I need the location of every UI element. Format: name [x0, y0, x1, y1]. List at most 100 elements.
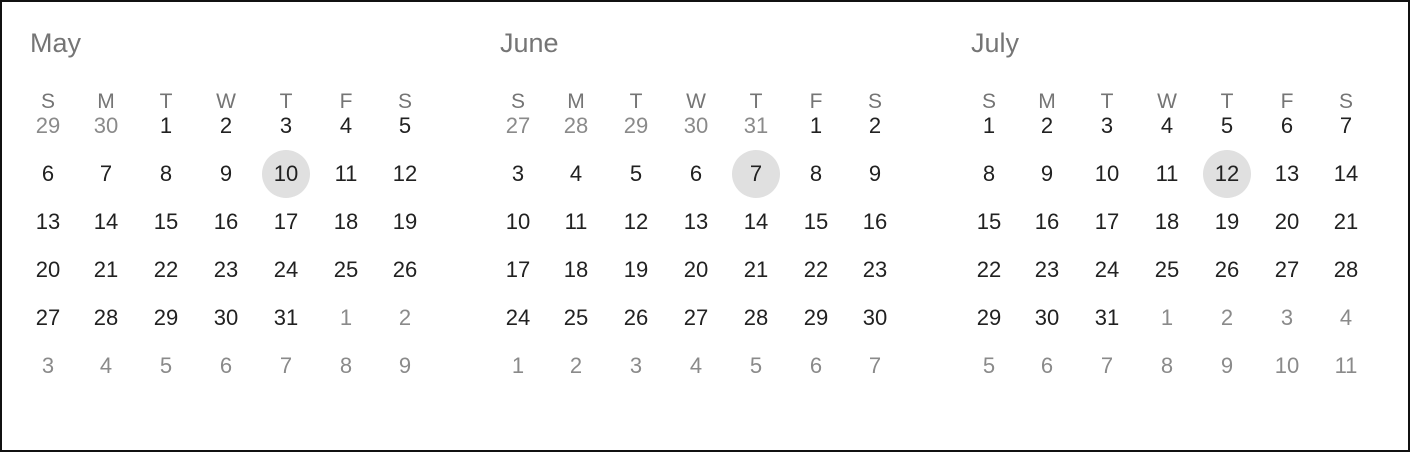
day-cell[interactable]: 21 — [732, 246, 780, 294]
day-cell[interactable]: 28 — [1322, 246, 1370, 294]
day-cell[interactable]: 26 — [381, 246, 429, 294]
adjacent-month-day[interactable]: 30 — [672, 102, 720, 150]
day-cell[interactable]: 24 — [1083, 246, 1131, 294]
day-cell[interactable]: 15 — [792, 198, 840, 246]
day-cell[interactable]: 27 — [1263, 246, 1311, 294]
day-cell[interactable]: 24 — [262, 246, 310, 294]
day-cell[interactable]: 6 — [672, 150, 720, 198]
day-cell[interactable]: 19 — [1203, 198, 1251, 246]
day-cell[interactable]: 4 — [322, 102, 370, 150]
adjacent-month-day[interactable]: 3 — [612, 342, 660, 390]
day-cell[interactable]: 29 — [142, 294, 190, 342]
day-cell[interactable]: 22 — [142, 246, 190, 294]
adjacent-month-day[interactable]: 6 — [792, 342, 840, 390]
adjacent-month-day[interactable]: 1 — [494, 342, 542, 390]
day-cell[interactable]: 5 — [381, 102, 429, 150]
day-cell[interactable]: 17 — [494, 246, 542, 294]
adjacent-month-day[interactable]: 2 — [1203, 294, 1251, 342]
adjacent-month-day[interactable]: 2 — [381, 294, 429, 342]
day-cell[interactable]: 10 — [494, 198, 542, 246]
adjacent-month-day[interactable]: 4 — [672, 342, 720, 390]
day-cell[interactable]: 8 — [965, 150, 1013, 198]
day-cell[interactable]: 12 — [612, 198, 660, 246]
adjacent-month-day[interactable]: 1 — [322, 294, 370, 342]
adjacent-month-day[interactable]: 29 — [612, 102, 660, 150]
day-cell[interactable]: 28 — [82, 294, 130, 342]
day-cell[interactable]: 4 — [552, 150, 600, 198]
day-cell[interactable]: 23 — [1023, 246, 1071, 294]
adjacent-month-day[interactable]: 4 — [82, 342, 130, 390]
day-cell[interactable]: 9 — [851, 150, 899, 198]
day-cell[interactable]: 21 — [82, 246, 130, 294]
day-cell[interactable]: 9 — [202, 150, 250, 198]
day-cell[interactable]: 30 — [1023, 294, 1071, 342]
day-cell[interactable]: 2 — [1023, 102, 1071, 150]
day-cell[interactable]: 14 — [732, 198, 780, 246]
day-cell[interactable]: 23 — [851, 246, 899, 294]
day-cell[interactable]: 1 — [965, 102, 1013, 150]
adjacent-month-day[interactable]: 5 — [732, 342, 780, 390]
day-cell[interactable]: 30 — [851, 294, 899, 342]
day-cell[interactable]: 14 — [82, 198, 130, 246]
adjacent-month-day[interactable]: 29 — [24, 102, 72, 150]
adjacent-month-day[interactable]: 9 — [381, 342, 429, 390]
selected-day[interactable]: 10 — [262, 150, 310, 198]
day-cell[interactable]: 8 — [142, 150, 190, 198]
day-cell[interactable]: 31 — [1083, 294, 1131, 342]
day-cell[interactable]: 27 — [672, 294, 720, 342]
adjacent-month-day[interactable]: 11 — [1322, 342, 1370, 390]
day-cell[interactable]: 25 — [1143, 246, 1191, 294]
day-cell[interactable]: 5 — [612, 150, 660, 198]
day-cell[interactable]: 16 — [851, 198, 899, 246]
adjacent-month-day[interactable]: 10 — [1263, 342, 1311, 390]
day-cell[interactable]: 25 — [322, 246, 370, 294]
day-cell[interactable]: 6 — [24, 150, 72, 198]
adjacent-month-day[interactable]: 5 — [965, 342, 1013, 390]
adjacent-month-day[interactable]: 6 — [202, 342, 250, 390]
day-cell[interactable]: 14 — [1322, 150, 1370, 198]
day-cell[interactable]: 21 — [1322, 198, 1370, 246]
day-cell[interactable]: 8 — [792, 150, 840, 198]
day-cell[interactable]: 30 — [202, 294, 250, 342]
day-cell[interactable]: 9 — [1023, 150, 1071, 198]
adjacent-month-day[interactable]: 7 — [262, 342, 310, 390]
day-cell[interactable]: 1 — [142, 102, 190, 150]
day-cell[interactable]: 4 — [1143, 102, 1191, 150]
day-cell[interactable]: 19 — [381, 198, 429, 246]
day-cell[interactable]: 18 — [1143, 198, 1191, 246]
day-cell[interactable]: 18 — [552, 246, 600, 294]
day-cell[interactable]: 20 — [24, 246, 72, 294]
adjacent-month-day[interactable]: 8 — [322, 342, 370, 390]
day-cell[interactable]: 29 — [792, 294, 840, 342]
day-cell[interactable]: 24 — [494, 294, 542, 342]
day-cell[interactable]: 20 — [672, 246, 720, 294]
adjacent-month-day[interactable]: 3 — [1263, 294, 1311, 342]
adjacent-month-day[interactable]: 28 — [552, 102, 600, 150]
day-cell[interactable]: 22 — [965, 246, 1013, 294]
selected-day[interactable]: 7 — [732, 150, 780, 198]
day-cell[interactable]: 25 — [552, 294, 600, 342]
day-cell[interactable]: 7 — [1322, 102, 1370, 150]
day-cell[interactable]: 27 — [24, 294, 72, 342]
day-cell[interactable]: 19 — [612, 246, 660, 294]
day-cell[interactable]: 13 — [1263, 150, 1311, 198]
selected-day[interactable]: 12 — [1203, 150, 1251, 198]
day-cell[interactable]: 11 — [322, 150, 370, 198]
day-cell[interactable]: 3 — [262, 102, 310, 150]
day-cell[interactable]: 3 — [494, 150, 542, 198]
day-cell[interactable]: 5 — [1203, 102, 1251, 150]
adjacent-month-day[interactable]: 8 — [1143, 342, 1191, 390]
day-cell[interactable]: 17 — [262, 198, 310, 246]
adjacent-month-day[interactable]: 31 — [732, 102, 780, 150]
day-cell[interactable]: 15 — [965, 198, 1013, 246]
adjacent-month-day[interactable]: 7 — [851, 342, 899, 390]
day-cell[interactable]: 26 — [1203, 246, 1251, 294]
day-cell[interactable]: 31 — [262, 294, 310, 342]
adjacent-month-day[interactable]: 6 — [1023, 342, 1071, 390]
day-cell[interactable]: 10 — [1083, 150, 1131, 198]
adjacent-month-day[interactable]: 5 — [142, 342, 190, 390]
day-cell[interactable]: 11 — [552, 198, 600, 246]
day-cell[interactable]: 29 — [965, 294, 1013, 342]
adjacent-month-day[interactable]: 1 — [1143, 294, 1191, 342]
adjacent-month-day[interactable]: 27 — [494, 102, 542, 150]
